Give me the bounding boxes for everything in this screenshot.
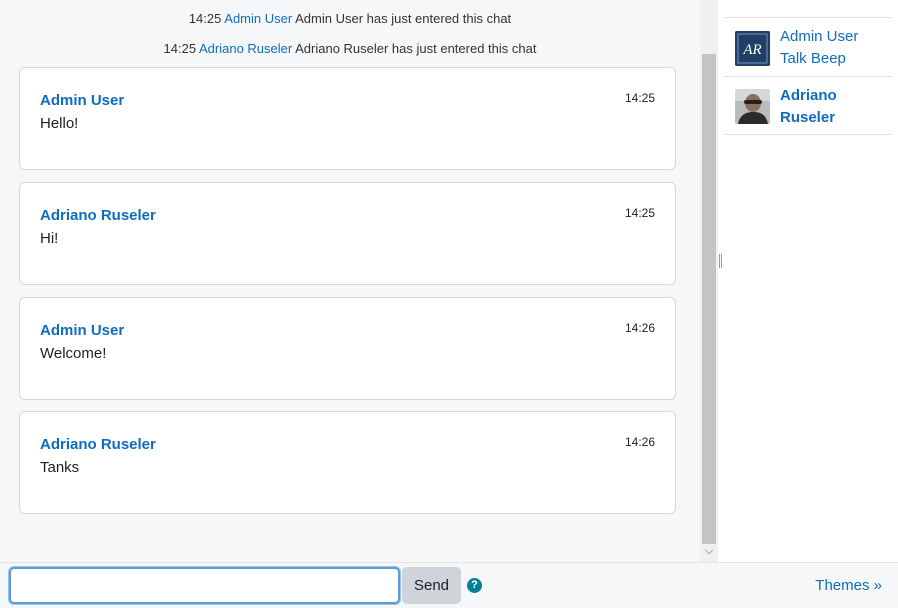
user-list-item[interactable]: AR Admin User Talk Beep bbox=[724, 17, 892, 77]
message-time: 14:25 bbox=[624, 91, 655, 105]
chat-messages-pane: 14:25 Admin User Admin User has just ent… bbox=[0, 0, 700, 562]
user-name-link[interactable]: Admin User Talk Beep bbox=[780, 26, 858, 70]
user-photo-icon bbox=[735, 89, 770, 124]
question-circle-icon[interactable]: ? bbox=[467, 578, 482, 593]
user-list-item[interactable]: Adriano Ruseler bbox=[724, 76, 892, 135]
message-author: Adriano Ruseler bbox=[40, 207, 156, 224]
scrollbar-thumb[interactable] bbox=[702, 54, 716, 544]
user-name-line[interactable]: Admin User bbox=[780, 26, 858, 48]
message-input[interactable] bbox=[9, 567, 400, 604]
system-message: 14:25 Admin User Admin User has just ent… bbox=[0, 11, 700, 26]
system-message-user-link[interactable]: Admin User bbox=[224, 11, 292, 26]
chat-scrollbar[interactable]: ⌵ bbox=[700, 0, 718, 562]
message-text: Welcome! bbox=[40, 345, 107, 362]
chat-message: Admin User Hello! 14:25 bbox=[19, 67, 676, 170]
chat-message: Admin User Welcome! 14:26 bbox=[19, 297, 676, 400]
message-text: Tanks bbox=[40, 459, 80, 476]
user-avatar bbox=[735, 89, 770, 124]
message-composer-bar: Send ? Themes » bbox=[0, 562, 898, 608]
user-name-line[interactable]: Ruseler bbox=[780, 107, 837, 129]
avatar-monogram: AR bbox=[742, 42, 761, 58]
scroll-down-arrow-icon[interactable]: ⌵ bbox=[703, 544, 715, 558]
message-time: 14:25 bbox=[624, 206, 655, 220]
user-name-line[interactable]: Adriano bbox=[780, 85, 837, 107]
chat-message: Adriano Ruseler Hi! 14:25 bbox=[19, 182, 676, 285]
monogram-logo-icon: AR bbox=[735, 31, 770, 66]
system-message-text: Admin User has just entered this chat bbox=[295, 11, 512, 26]
message-author: Adriano Ruseler bbox=[40, 436, 156, 453]
system-message-time: 14:25 bbox=[188, 11, 222, 26]
message-author: Admin User bbox=[40, 92, 125, 109]
system-message-user-link[interactable]: Adriano Ruseler bbox=[199, 41, 292, 56]
resize-grip-icon[interactable] bbox=[719, 254, 722, 268]
user-beep-link[interactable]: Talk Beep bbox=[780, 48, 858, 70]
chat-message: Adriano Ruseler Tanks 14:26 bbox=[19, 411, 676, 514]
system-message-text: Adriano Ruseler has just entered this ch… bbox=[295, 41, 537, 56]
user-name-link[interactable]: Adriano Ruseler bbox=[780, 85, 837, 129]
send-button[interactable]: Send bbox=[402, 567, 461, 604]
system-message: 14:25 Adriano Ruseler Adriano Ruseler ha… bbox=[0, 41, 700, 56]
message-text: Hi! bbox=[40, 230, 59, 247]
user-avatar: AR bbox=[735, 31, 770, 66]
message-text: Hello! bbox=[40, 115, 79, 132]
system-message-time: 14:25 bbox=[163, 41, 197, 56]
message-time: 14:26 bbox=[624, 321, 655, 335]
user-list-pane: AR Admin User Talk Beep Adriano Ruseler bbox=[724, 0, 898, 562]
themes-link[interactable]: Themes » bbox=[815, 577, 882, 594]
message-author: Admin User bbox=[40, 322, 125, 339]
message-time: 14:26 bbox=[624, 435, 655, 449]
